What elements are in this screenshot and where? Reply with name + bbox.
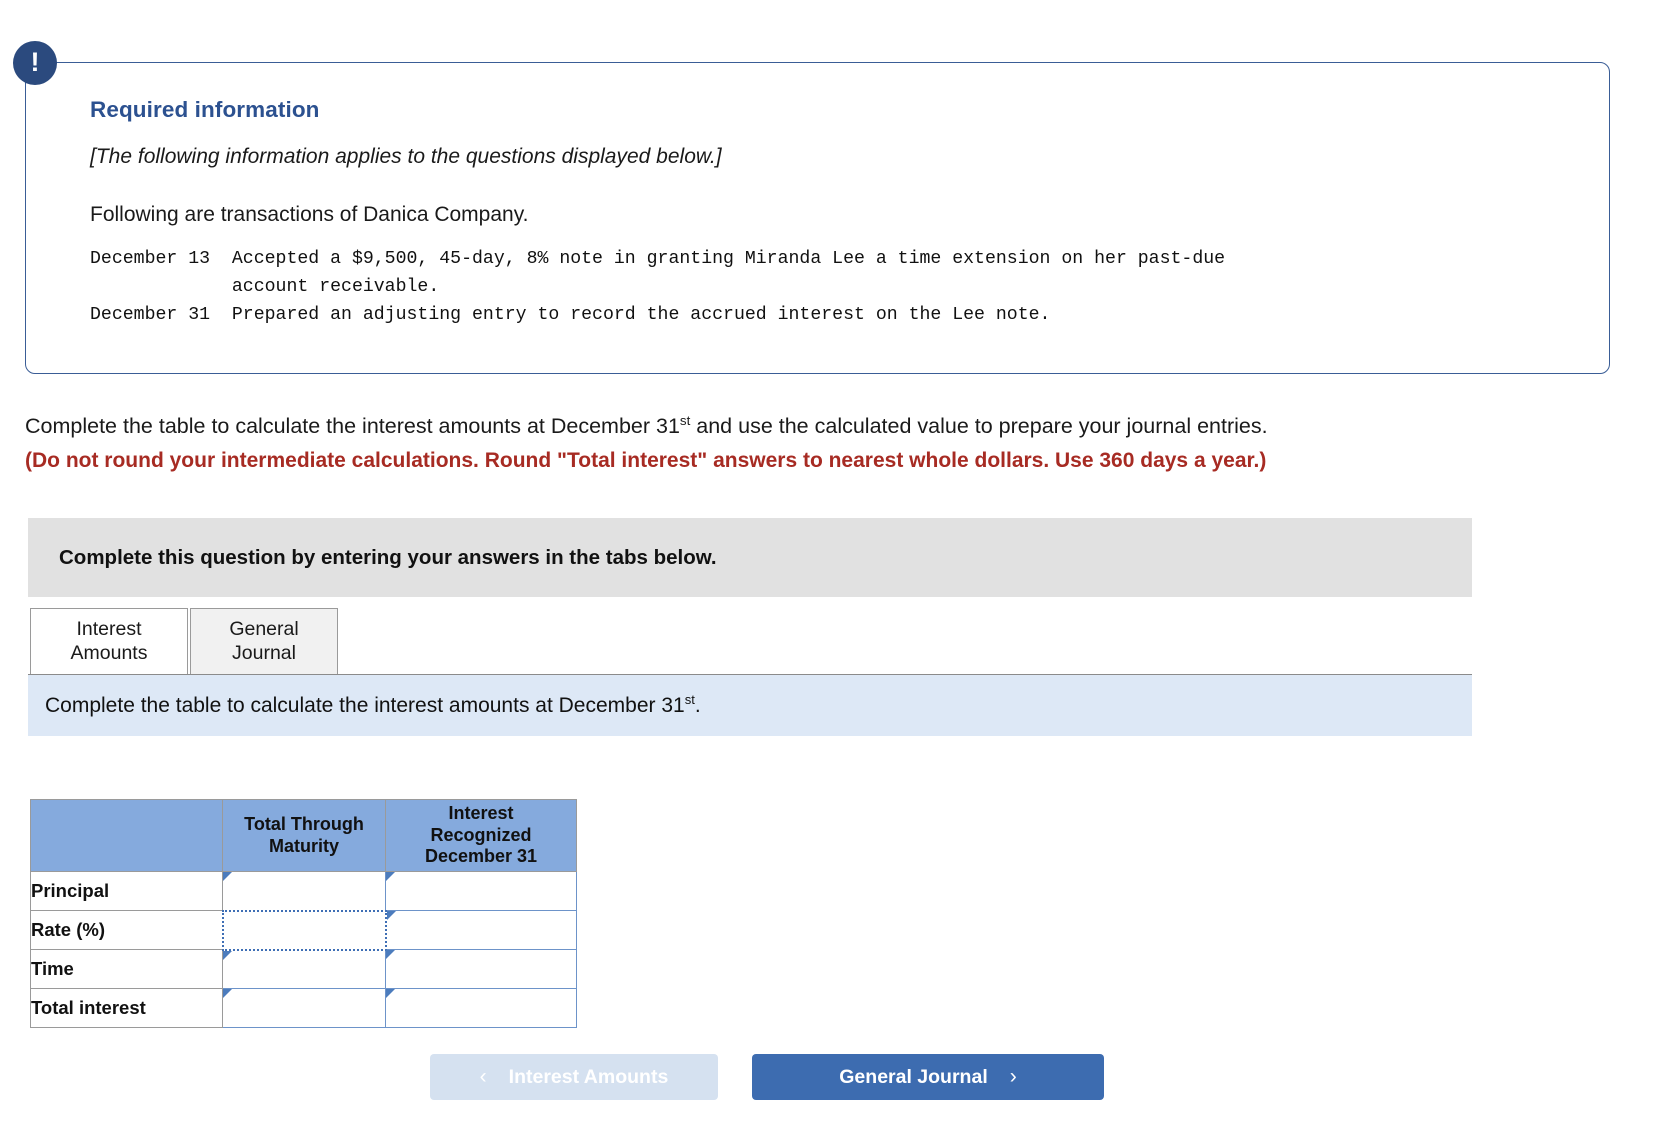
prompt-main-text: Complete the table to calculate the inte… xyxy=(25,412,1625,441)
table-header-row: Total Through Maturity Interest Recogniz… xyxy=(30,799,577,872)
prev-interest-amounts-button[interactable]: ‹ Interest Amounts xyxy=(430,1054,718,1100)
table-header-interest-recognized: Interest Recognized December 31 xyxy=(385,799,577,872)
input-total-interest-recognized[interactable] xyxy=(386,989,576,1027)
input-time-total[interactable] xyxy=(223,950,385,988)
transactions-block: December 13 Accepted a $9,500, 45-day, 8… xyxy=(90,249,1226,326)
row-label-rate: Rate (%) xyxy=(30,910,223,950)
question-page: ! Required information [The following in… xyxy=(0,0,1662,1126)
row-label-total-interest: Total interest xyxy=(30,988,223,1028)
chevron-left-icon: ‹ xyxy=(479,1065,487,1088)
tab-general-journal-line2: Journal xyxy=(232,641,296,664)
cell-principal-interest-recognized[interactable] xyxy=(385,871,577,911)
cell-corner-flag-icon xyxy=(386,911,396,920)
cell-corner-flag-icon xyxy=(386,872,395,881)
row-label-time: Time xyxy=(30,949,223,989)
input-total-interest-total[interactable] xyxy=(223,989,385,1027)
row-label-principal: Principal xyxy=(30,871,223,911)
next-general-journal-button[interactable]: General Journal › xyxy=(752,1054,1104,1100)
table-header-total-through-maturity: Total Through Maturity xyxy=(222,799,386,872)
tab-instruction-text: Complete the table to calculate the inte… xyxy=(28,691,701,718)
instructions-banner: Complete this question by entering your … xyxy=(28,518,1472,597)
next-button-label: General Journal xyxy=(839,1065,988,1088)
input-rate-total[interactable] xyxy=(223,911,385,949)
chevron-right-icon: › xyxy=(1009,1065,1017,1088)
header-col2-line2: Recognized xyxy=(430,824,532,845)
tab-general-journal[interactable]: General Journal xyxy=(190,608,338,674)
prompt-main-after: and use the calculated value to prepare … xyxy=(690,414,1268,438)
tab-interest-amounts-line1: Interest xyxy=(76,617,142,640)
cell-corner-flag-icon xyxy=(223,950,232,960)
cell-time-total-through-maturity[interactable] xyxy=(222,949,386,989)
tab-instruction-after: . xyxy=(694,693,701,717)
tab-navigation-buttons: ‹ Interest Amounts General Journal › xyxy=(430,1054,1104,1100)
required-information-callout: ! Required information [The following in… xyxy=(13,41,1610,374)
cell-rate-interest-recognized[interactable] xyxy=(385,910,577,950)
tab-interest-amounts-label: Interest Amounts xyxy=(71,618,148,666)
table-row: Total interest xyxy=(30,988,577,1028)
cell-corner-flag-icon xyxy=(223,989,232,998)
cell-corner-flag-icon xyxy=(386,950,395,959)
prompt-red-note: (Do not round your intermediate calculat… xyxy=(25,449,1267,473)
callout-intro: Following are transactions of Danica Com… xyxy=(90,203,529,226)
tab-interest-amounts-line2: Amounts xyxy=(70,641,148,664)
input-principal-recognized[interactable] xyxy=(386,872,576,910)
header-col2-line3: December 31 xyxy=(424,846,538,867)
prev-button-label: Interest Amounts xyxy=(508,1065,669,1088)
tab-instruction-strip: Complete the table to calculate the inte… xyxy=(28,674,1472,736)
header-col2-line1: Interest xyxy=(448,802,514,823)
cell-corner-flag-icon xyxy=(223,872,232,881)
callout-italic-note: [The following information applies to th… xyxy=(90,145,722,168)
cell-total-interest-interest-recognized[interactable] xyxy=(385,988,577,1028)
instructions-banner-text: Complete this question by entering your … xyxy=(59,545,717,569)
tab-general-journal-label: General Journal xyxy=(229,618,298,666)
cell-time-interest-recognized[interactable] xyxy=(385,949,577,989)
tab-interest-amounts[interactable]: Interest Amounts xyxy=(30,608,188,674)
prompt-ordinal: st xyxy=(679,412,691,428)
input-time-recognized[interactable] xyxy=(386,950,576,988)
header-col1-line1: Total Through xyxy=(244,813,364,834)
cell-corner-flag-icon xyxy=(386,989,395,998)
callout-title: Required information xyxy=(90,97,320,122)
tab-general-journal-line1: General xyxy=(229,617,299,640)
prompt-main-before: Complete the table to calculate the inte… xyxy=(25,414,680,438)
exclamation-icon: ! xyxy=(13,41,57,85)
header-col1-line2: Maturity xyxy=(268,835,339,856)
tab-instruction-before: Complete the table to calculate the inte… xyxy=(45,693,685,717)
answer-tabs: Interest Amounts General Journal xyxy=(30,608,1473,674)
input-principal-total[interactable] xyxy=(223,872,385,910)
cell-principal-total-through-maturity[interactable] xyxy=(222,871,386,911)
interest-amounts-table-wrap: Total Through Maturity Interest Recogniz… xyxy=(30,799,577,1028)
question-prompt: Complete the table to calculate the inte… xyxy=(25,412,1625,475)
interest-amounts-table: Total Through Maturity Interest Recogniz… xyxy=(30,799,577,1028)
callout-content: Required information [The following info… xyxy=(90,97,1580,329)
cell-rate-total-through-maturity[interactable] xyxy=(221,909,387,951)
table-row: Time xyxy=(30,949,577,989)
table-header-corner xyxy=(30,799,223,872)
table-row: Rate (%) xyxy=(30,909,577,951)
table-row: Principal xyxy=(30,871,577,911)
cell-total-interest-total-through-maturity[interactable] xyxy=(222,988,386,1028)
tab-instruction-ordinal: st xyxy=(684,691,695,707)
input-rate-recognized[interactable] xyxy=(386,911,576,949)
